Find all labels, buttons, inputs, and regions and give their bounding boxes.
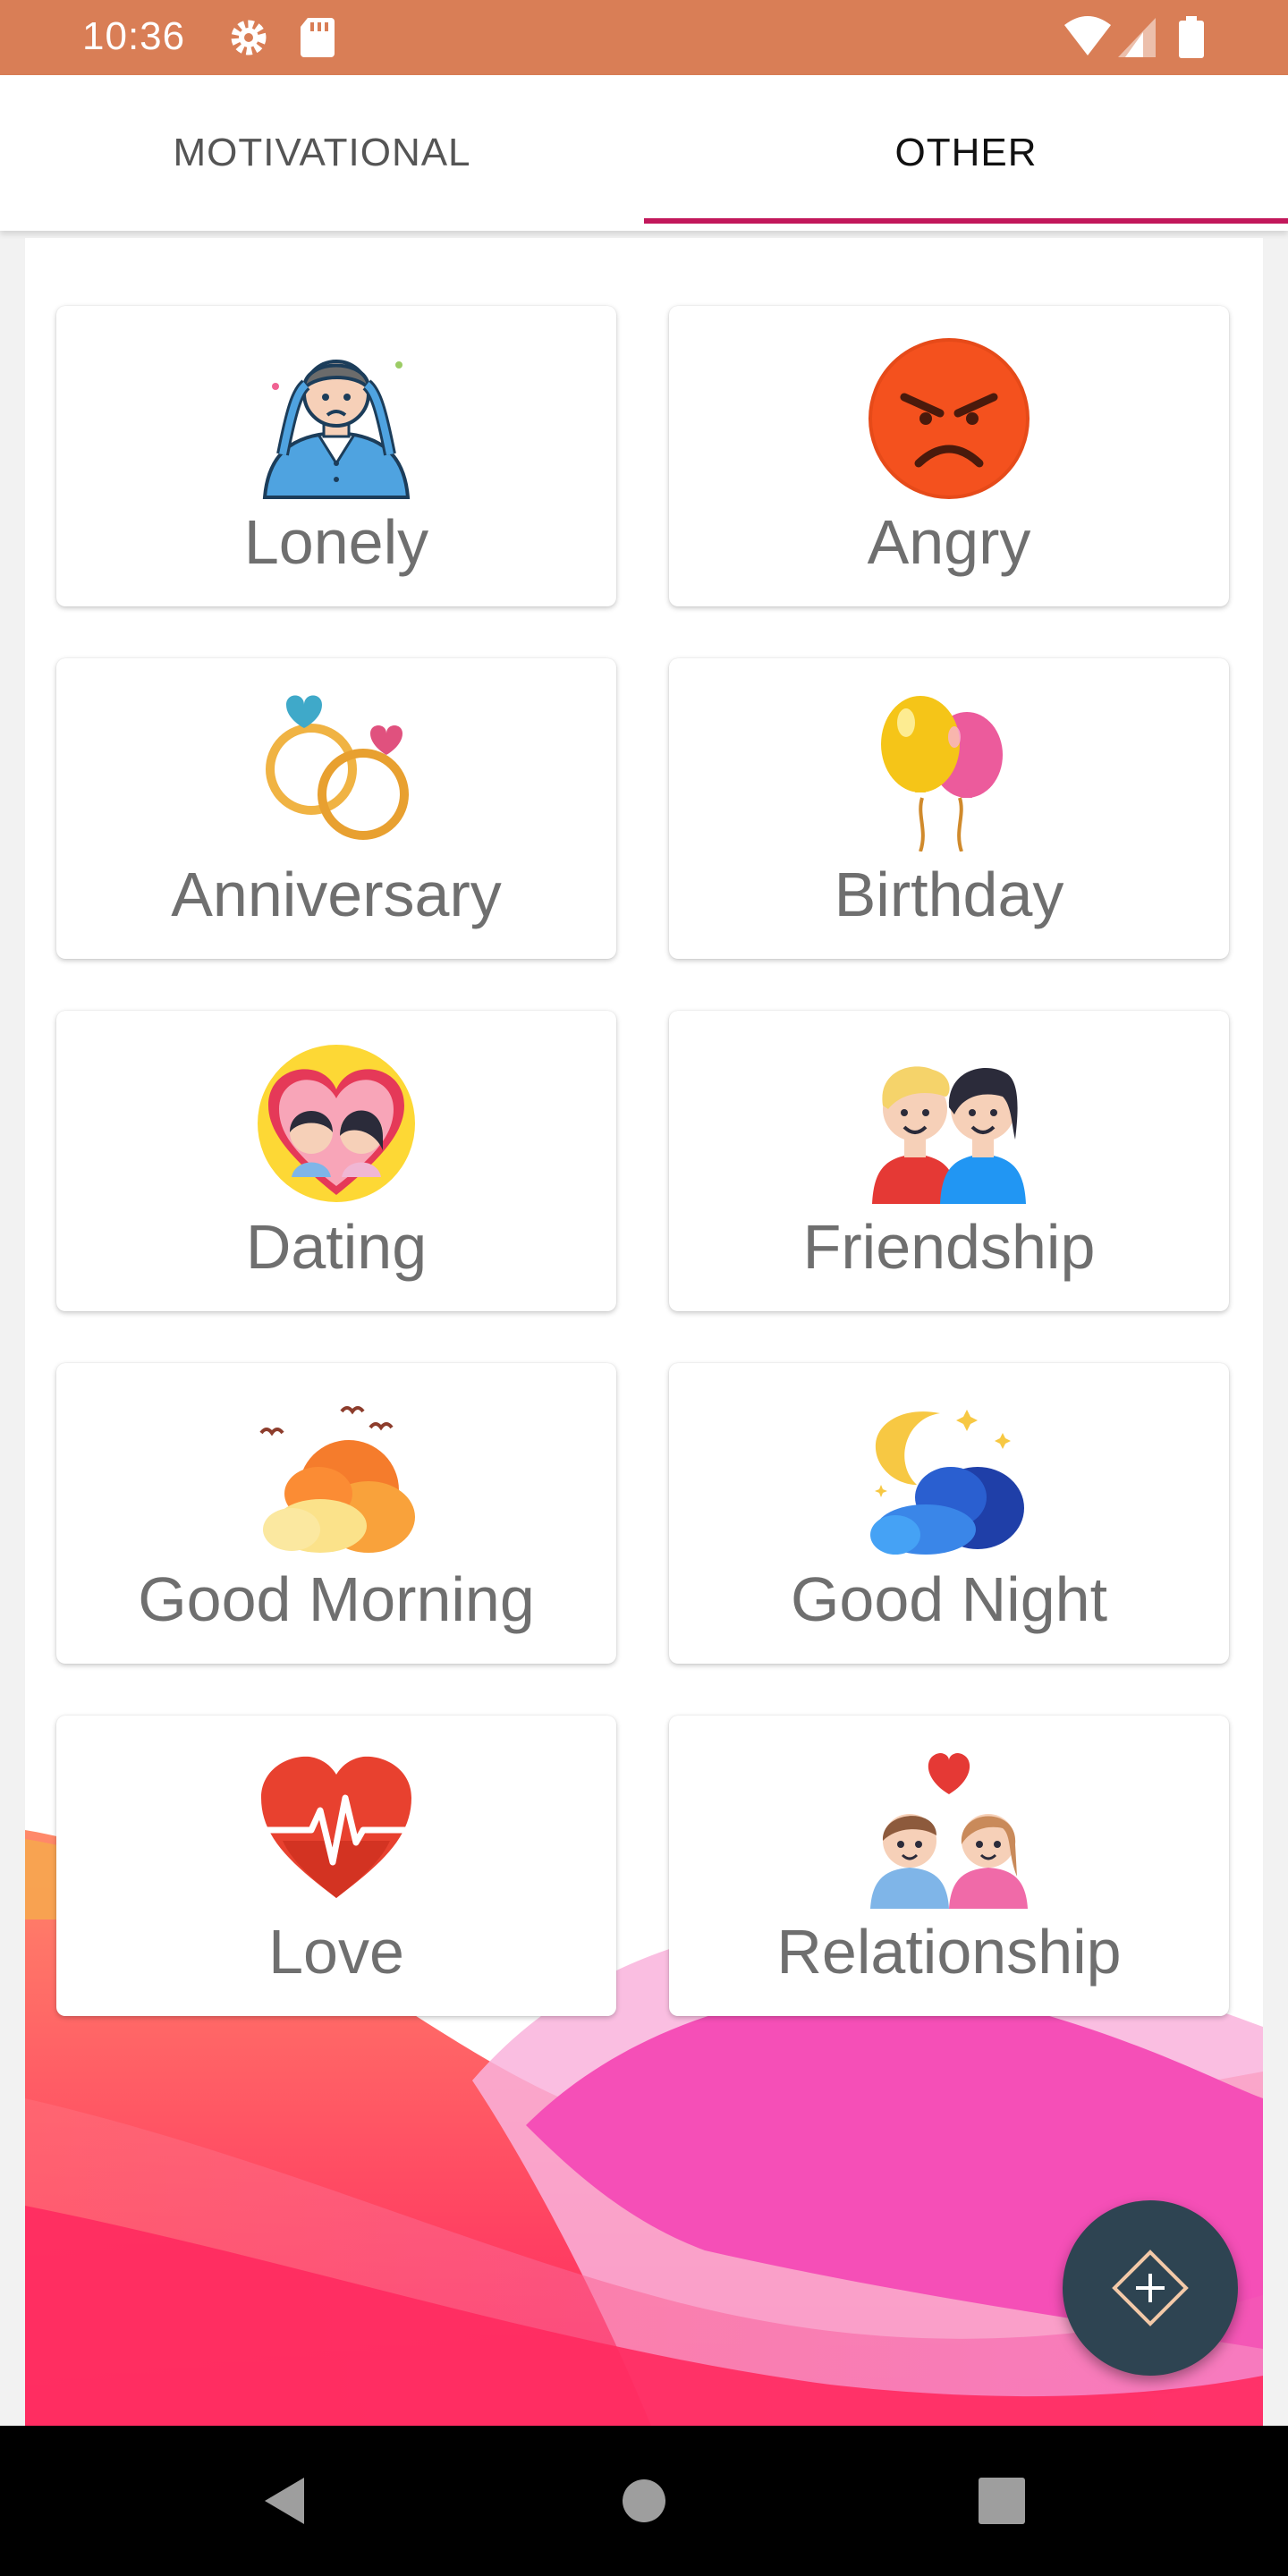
category-card-dating[interactable]: Dating xyxy=(56,1011,616,1311)
back-icon[interactable] xyxy=(250,2426,322,2576)
couple-heart-icon xyxy=(870,1753,1028,1909)
rings-icon xyxy=(266,695,409,840)
tab-indicator xyxy=(644,218,1288,224)
wifi-icon xyxy=(1064,16,1111,55)
tab-bar: MOTIVATIONAL OTHER xyxy=(0,75,1288,231)
diamond-plus-icon xyxy=(1112,2250,1189,2326)
system-navigation-bar xyxy=(0,2426,1288,2576)
balloons-icon xyxy=(881,696,1003,852)
category-grid-panel[interactable]: Lonely Angry Anniversary Birthday Dating… xyxy=(25,238,1263,2426)
tab-other[interactable]: OTHER xyxy=(644,75,1288,231)
battery-icon xyxy=(1179,16,1204,58)
category-label-birthday: Birthday xyxy=(834,860,1064,929)
category-card-good-night[interactable]: Good Night xyxy=(669,1363,1229,1664)
category-label-good-morning: Good Morning xyxy=(138,1564,535,1634)
category-card-good-morning[interactable]: Good Morning xyxy=(56,1363,616,1664)
category-card-birthday[interactable]: Birthday xyxy=(669,658,1229,959)
category-label-love: Love xyxy=(268,1917,404,1987)
category-card-love[interactable]: Love xyxy=(56,1716,616,2016)
category-label-relationship: Relationship xyxy=(776,1917,1122,1987)
category-label-lonely: Lonely xyxy=(243,507,429,577)
category-card-relationship[interactable]: Relationship xyxy=(669,1716,1229,2016)
status-bar: 10:36 xyxy=(0,0,1288,75)
status-time: 10:36 xyxy=(82,14,186,58)
moon-cloud-icon xyxy=(870,1410,1024,1555)
settings-icon xyxy=(231,20,267,55)
sd-card-icon xyxy=(301,18,335,57)
category-label-dating: Dating xyxy=(245,1212,428,1282)
floating-action-button[interactable] xyxy=(1063,2200,1238,2376)
category-card-angry[interactable]: Angry xyxy=(669,306,1229,606)
home-icon[interactable] xyxy=(608,2426,680,2576)
category-card-anniversary[interactable]: Anniversary xyxy=(56,658,616,959)
category-label-anniversary: Anniversary xyxy=(171,860,502,929)
category-card-lonely[interactable]: Lonely xyxy=(56,306,616,606)
heartbeat-icon xyxy=(261,1756,411,1898)
category-label-angry: Angry xyxy=(867,507,1031,577)
recents-icon[interactable] xyxy=(966,2426,1038,2576)
angry-face-icon xyxy=(869,338,1030,499)
category-label-good-night: Good Night xyxy=(790,1564,1108,1634)
sunrise-cloud-icon xyxy=(259,1406,415,1553)
friends-icon xyxy=(872,1066,1026,1204)
dating-couple-icon xyxy=(258,1045,415,1202)
category-card-friendship[interactable]: Friendship xyxy=(669,1011,1229,1311)
category-label-friendship: Friendship xyxy=(802,1212,1096,1282)
signal-icon xyxy=(1118,18,1156,57)
lonely-person-icon xyxy=(262,360,411,499)
tab-motivational[interactable]: MOTIVATIONAL xyxy=(0,75,644,231)
